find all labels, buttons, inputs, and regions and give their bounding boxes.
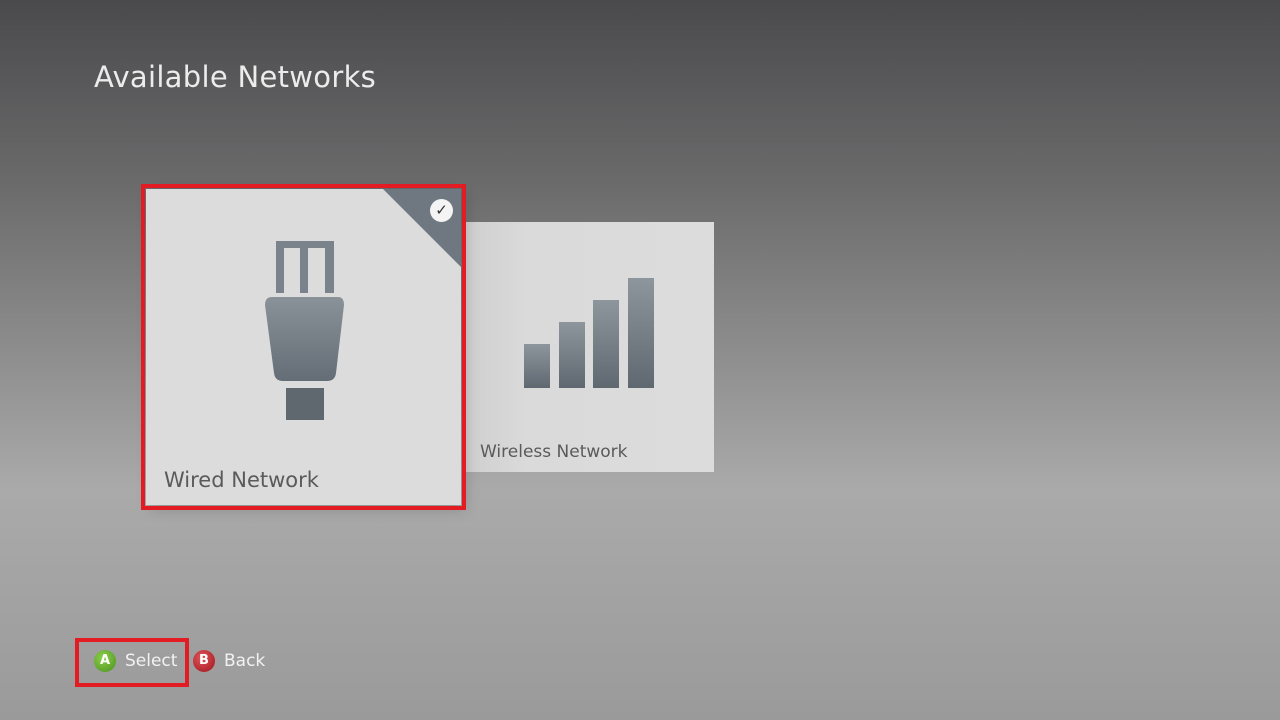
signal-bars-icon (524, 278, 654, 388)
network-tile-wired[interactable]: ✓ Wired Network (146, 189, 461, 505)
back-label: Back (224, 651, 266, 671)
select-button[interactable]: A Select (94, 649, 177, 673)
back-button[interactable]: B Back (193, 649, 265, 673)
select-label: Select (125, 651, 178, 671)
ethernet-plug-icon (265, 241, 344, 420)
page-title: Available Networks (94, 60, 377, 94)
network-tile-label: Wireless Network (480, 442, 628, 462)
a-button-icon: A (94, 650, 116, 672)
b-button-icon: B (193, 650, 215, 672)
checkmark-icon: ✓ (430, 199, 453, 222)
network-tile-label: Wired Network (164, 468, 319, 492)
network-tile-wireless[interactable]: Wireless Network (466, 222, 714, 472)
selected-corner-marker (383, 189, 461, 267)
